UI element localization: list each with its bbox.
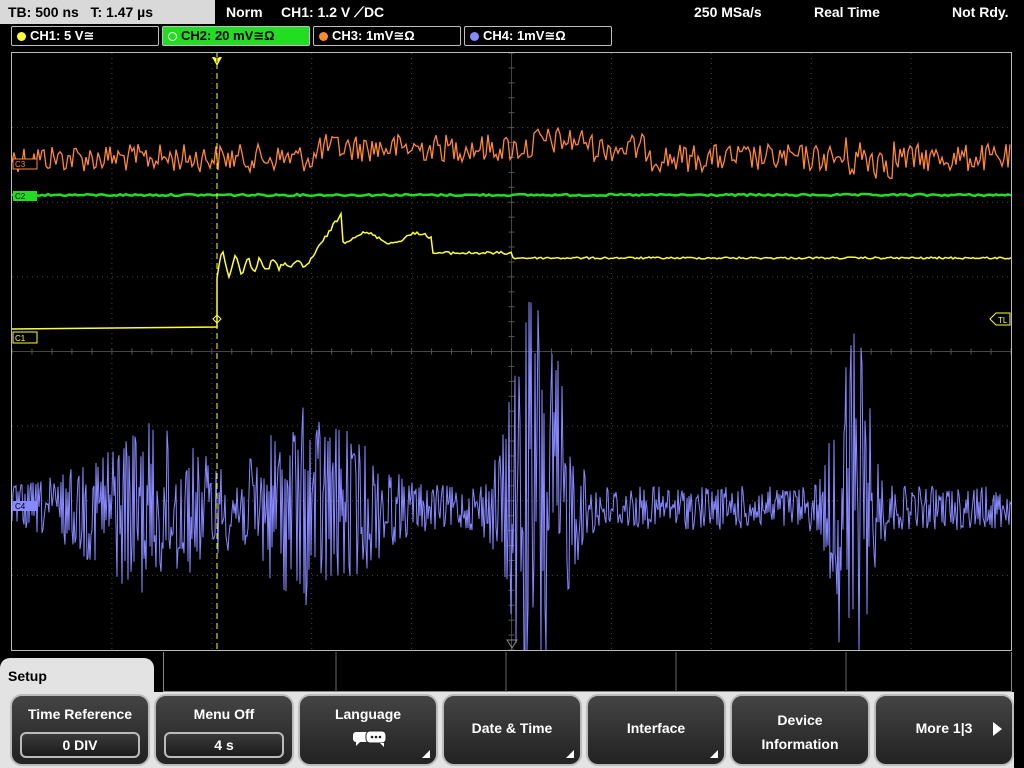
date-time-button[interactable]: Date & Time (442, 694, 582, 766)
info-strip-lines (335, 652, 847, 692)
next-page-icon (993, 722, 1002, 736)
acquisition-state: Not Rdy. (952, 4, 1009, 20)
time-reference-label: Time Reference (27, 706, 132, 722)
menu-off-button[interactable]: Menu Off 4 s (154, 694, 294, 766)
trigger-time-value: T: 1.47 µs (90, 4, 154, 20)
submenu-indicator-icon (422, 750, 430, 758)
channel-4-tab[interactable]: CH4: 1mV≅Ω (464, 26, 612, 46)
channel-4-color-icon (470, 32, 479, 41)
channel-2-tab[interactable]: CH2: 20 mV≅Ω (162, 26, 310, 46)
more-button[interactable]: More 1|3 (874, 694, 1014, 766)
device-information-label: Device Information (761, 712, 839, 752)
channel-bar: CH1: 5 V≅ CH2: 20 mV≅Ω CH3: 1mV≅Ω CH4: 1… (0, 26, 1024, 48)
speech-bubbles-icon (353, 730, 387, 747)
channel-2-trace (12, 192, 1011, 198)
channel-3-label: CH3: 1mV≅Ω (332, 28, 415, 43)
status-bar: TB: 500 ns T: 1.47 µs Norm CH1: 1.2 V ⟋D… (0, 0, 1024, 24)
channel-1-marker-label: C1 (15, 334, 26, 343)
channel-1-marker[interactable]: C1 (12, 331, 38, 344)
channel-1-color-icon (17, 32, 26, 41)
menu-off-label: Menu Off (193, 706, 255, 722)
sample-rate: 250 MSa/s (694, 4, 762, 20)
channel-2-color-icon (168, 32, 177, 41)
channel-3-marker[interactable]: C3 (12, 158, 38, 170)
channel-4-marker-label: C4 (15, 502, 26, 511)
channel-1-label: CH1: 5 V≅ (30, 28, 95, 43)
interface-button[interactable]: Interface (586, 694, 726, 766)
language-label: Language (334, 706, 402, 722)
time-reference-button[interactable]: Time Reference 0 DIV (10, 694, 150, 766)
trigger-level-label: TL (998, 316, 1008, 325)
channel-3-color-icon (319, 32, 328, 41)
interface-label: Interface (626, 720, 686, 736)
date-time-label: Date & Time (471, 720, 553, 736)
trigger-level-marker[interactable]: TL (989, 312, 1011, 326)
waveform-display[interactable]: T C3 C2 C1 C4 TL (11, 52, 1012, 651)
acquisition-mode: Real Time (814, 4, 880, 20)
channel-2-label: CH2: 20 mV≅Ω (181, 28, 275, 43)
menu-title: Setup (8, 668, 47, 684)
device-information-button[interactable]: Device Information (730, 694, 870, 766)
channel-4-marker[interactable]: C4 (13, 501, 37, 511)
right-edge-strip (1014, 692, 1024, 768)
menu-off-value: 4 s (164, 732, 284, 758)
info-strip (163, 652, 1012, 692)
time-reference-value: 0 DIV (20, 732, 140, 758)
timebase-display[interactable]: TB: 500 ns T: 1.47 µs (0, 0, 215, 24)
more-label: More 1|3 (915, 720, 973, 736)
channel-2-marker-label: C2 (15, 192, 26, 201)
channel-4-label: CH4: 1mV≅Ω (483, 28, 566, 43)
submenu-indicator-icon (566, 750, 574, 758)
channel-2-marker[interactable]: C2 (13, 191, 37, 201)
waveform-canvas: T C3 C2 C1 C4 TL (12, 53, 1011, 650)
softkey-bar: Time Reference 0 DIV Menu Off 4 s Langua… (0, 692, 1024, 768)
channel-3-marker-label: C3 (15, 160, 26, 169)
channel-1-tab[interactable]: CH1: 5 V≅ (11, 26, 159, 46)
submenu-indicator-icon (710, 750, 718, 758)
timebase-value: TB: 500 ns (8, 4, 79, 20)
channel-3-tab[interactable]: CH3: 1mV≅Ω (313, 26, 461, 46)
language-button[interactable]: Language (298, 694, 438, 766)
trigger-mode[interactable]: Norm (226, 0, 263, 24)
trigger-info[interactable]: CH1: 1.2 V ⟋DC (281, 0, 384, 24)
trigger-position-label: T (215, 56, 220, 65)
